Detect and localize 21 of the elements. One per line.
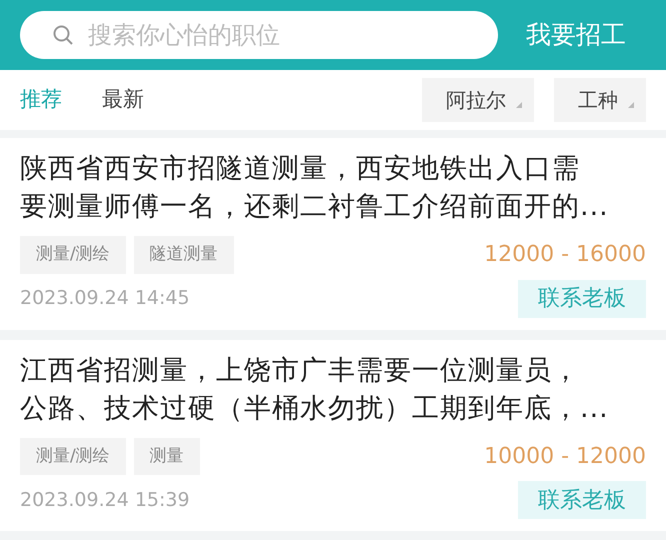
job-title: 江西省招测量，上饶市广丰需要一位测量员， — [20, 354, 581, 388]
post-date: 2023.09.24 15:39 — [20, 488, 191, 513]
search-icon — [52, 24, 74, 46]
salary: 10000 - 12000 — [484, 442, 646, 471]
job-title: 要测量师傅一名，还剩二衬鲁工介绍前面开的... — [20, 190, 610, 224]
filter-dropdown[interactable]: 工种 — [554, 78, 646, 122]
tab[interactable]: 最新 — [102, 84, 144, 116]
job-tag: 测量 — [134, 438, 200, 475]
job-tag: 测量/测绘 — [20, 438, 126, 475]
job-tag: 测量/测绘 — [20, 236, 126, 274]
filter-dropdown[interactable]: 阿拉尔 — [422, 78, 534, 122]
job-card[interactable]: 陕西省西安市招隧道测量，西安地铁出入口需 要测量师傅一名，还剩二衬鲁工介绍前面开的... 测量/测绘 隧道测量 12000 - 16000 2023.09.24 14:45 联系老板 — [0, 138, 666, 330]
search-field[interactable]: 搜索你心怡的职位 — [20, 11, 498, 59]
corner-triangle-icon — [516, 102, 522, 108]
job-title: 公路、技术过硬（半桶水勿扰）工期到年底，... — [20, 392, 610, 426]
corner-triangle-icon — [628, 102, 634, 108]
job-tag: 隧道测量 — [134, 236, 234, 274]
salary: 12000 - 16000 — [484, 241, 646, 270]
post-date: 2023.09.24 14:45 — [20, 286, 191, 312]
job-card[interactable]: 江西省招测量，上饶市广丰需要一位测量员， 公路、技术过硬（半桶水勿扰）工期到年底，... 测量/测绘 测量 10000 - 12000 2023.09.24 15:39 联系老板 — [0, 340, 666, 531]
job-title: 陕西省西安市招隧道测量，西安地铁出入口需 — [20, 152, 581, 186]
